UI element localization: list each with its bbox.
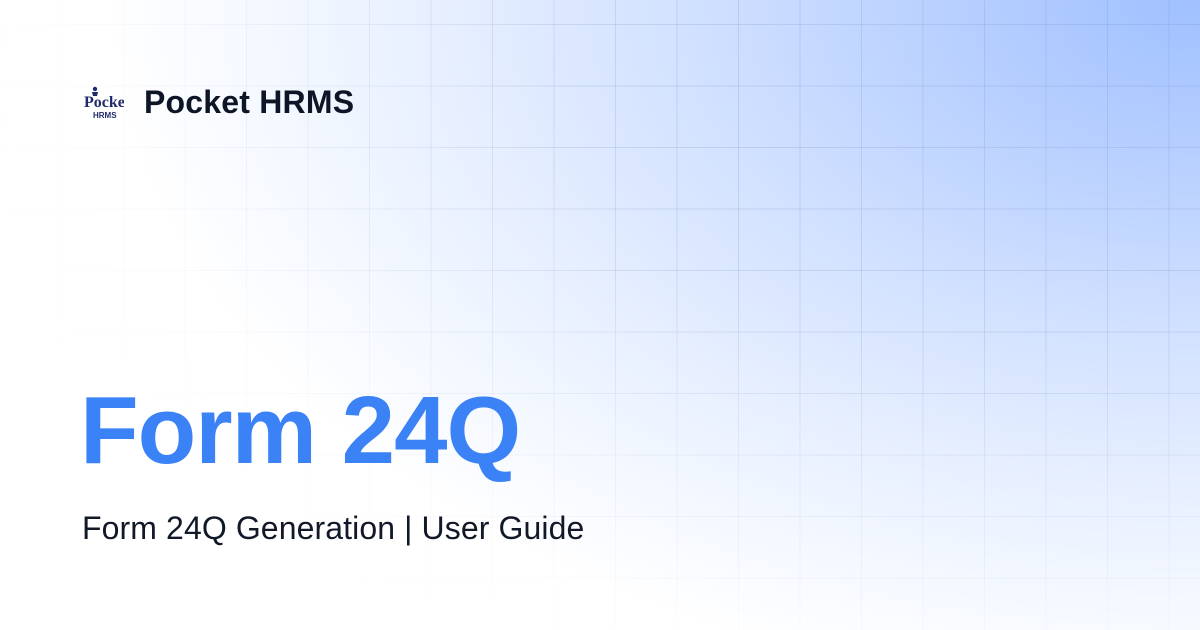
logo-text-bottom: HRMS xyxy=(93,111,117,120)
brand-name: Pocket HRMS xyxy=(144,84,355,120)
page-subtitle: Form 24Q Generation | User Guide xyxy=(82,510,585,546)
brand-header: Pocket HRMS Pocket HRMS xyxy=(84,84,354,121)
pocket-hrms-logo-icon: Pocket HRMS xyxy=(84,85,124,121)
page-title: Form 24Q xyxy=(80,377,521,484)
logo-text-top: Pocket xyxy=(84,94,124,111)
